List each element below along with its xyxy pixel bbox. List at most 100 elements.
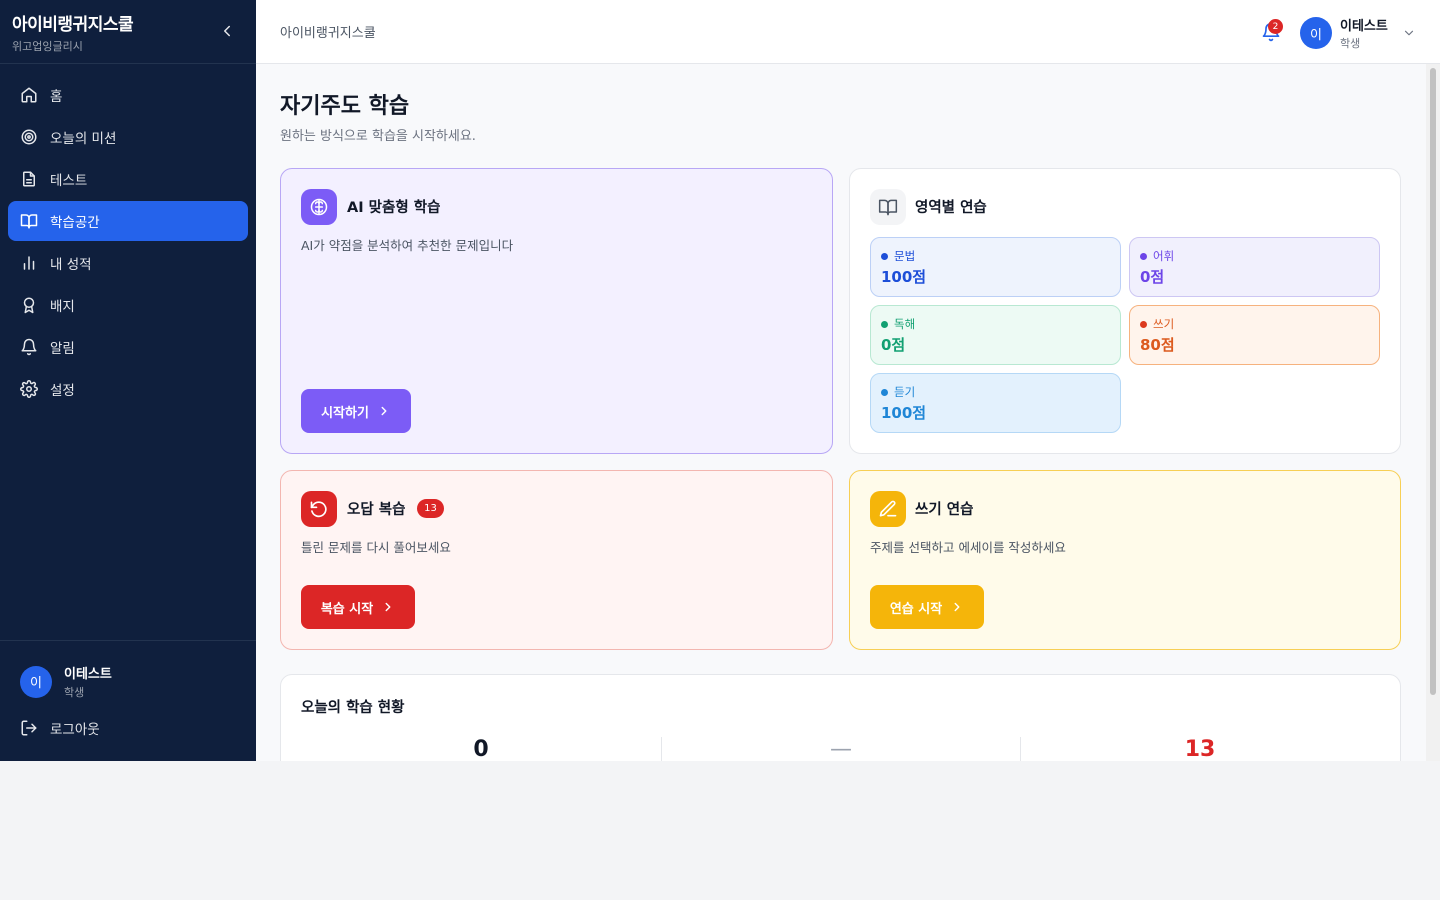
breadcrumb: 아이비랭귀지스쿨	[280, 26, 376, 41]
user-role: 학생	[1340, 37, 1361, 50]
ai-learning-card: AI 맞춤형 학습 AI가 약점을 분석하여 추천한 문제입니다 시작하기	[280, 168, 833, 454]
rotate-ccw-icon	[301, 491, 337, 527]
chevron-left-icon[interactable]	[218, 22, 236, 40]
scrollbar-thumb[interactable]	[1430, 68, 1436, 695]
sidebar: 아이비랭귀지스쿨 위고업잉글리시 홈 오늘의 미션 테스트 학습공간 내 성적 …	[0, 0, 256, 761]
sidebar-item-label: 오늘의 미션	[50, 131, 117, 147]
sidebar-item-grades[interactable]: 내 성적	[8, 243, 248, 283]
page-subtitle: 원하는 방식으로 학습을 시작하세요.	[280, 129, 476, 144]
book-open-icon	[870, 189, 906, 225]
ai-card-desc: AI가 약점을 분석하여 추천한 문제입니다	[301, 238, 514, 253]
chevron-right-icon	[954, 602, 960, 612]
brain-icon	[301, 189, 337, 225]
dot-icon	[1140, 320, 1147, 328]
dot-icon	[881, 252, 888, 260]
practice-start-label: 연습 시작	[889, 601, 943, 617]
chevron-down-icon	[1404, 30, 1413, 36]
logout-label: 로그아웃	[50, 722, 100, 738]
wrong-card-title: 오답 복습	[347, 502, 406, 518]
skill-score: 0점	[1140, 268, 1165, 286]
home-icon	[21, 87, 37, 103]
sidebar-item-label: 설정	[50, 383, 75, 399]
main-content: 자기주도 학습 원하는 방식으로 학습을 시작하세요. AI 맞춤형 학습 AI…	[256, 64, 1426, 761]
writing-practice-card: 쓰기 연습 주제를 선택하고 에세이를 작성하세요 연습 시작	[849, 470, 1401, 650]
book-open-icon	[20, 214, 38, 229]
app-subtitle: 위고업잉글리시	[12, 40, 83, 53]
skill-label: 쓰기	[1153, 317, 1175, 331]
sidebar-item-badges[interactable]: 배지	[8, 285, 248, 325]
skill-grammar[interactable]: 문법 100점	[870, 237, 1121, 297]
logout-icon	[21, 720, 37, 736]
main-scrollbar[interactable]	[1426, 64, 1440, 761]
logout-button[interactable]: 로그아웃	[20, 718, 100, 738]
sidebar-item-mission[interactable]: 오늘의 미션	[8, 117, 248, 157]
pencil-icon	[870, 491, 906, 527]
sidebar-footer: 이 이테스트 학생 로그아웃	[0, 640, 256, 761]
skill-label: 듣기	[894, 385, 916, 399]
skill-label: 독해	[894, 317, 916, 331]
user-menu[interactable]: 이 이테스트 학생	[1300, 15, 1416, 51]
skill-listening[interactable]: 듣기 100점	[870, 373, 1121, 433]
sidebar-item-label: 학습공간	[50, 215, 100, 231]
review-start-button[interactable]: 복습 시작	[301, 585, 415, 629]
skill-score: 80점	[1140, 336, 1175, 354]
today-title: 오늘의 학습 현황	[301, 700, 405, 716]
brand: 아이비랭귀지스쿨 위고업잉글리시	[0, 0, 256, 64]
document-icon	[23, 171, 35, 187]
dot-icon	[881, 388, 888, 396]
practice-start-button[interactable]: 연습 시작	[870, 585, 984, 629]
dot-icon	[881, 320, 888, 328]
avatar: 이	[20, 665, 52, 698]
gear-icon	[20, 380, 38, 398]
skill-vocabulary[interactable]: 어휘 0점	[1129, 237, 1380, 297]
ai-card-title: AI 맞춤형 학습	[347, 200, 441, 216]
stat-value: —	[830, 737, 852, 761]
wrong-count-badge: 13	[417, 499, 444, 518]
user-name: 이테스트	[1340, 19, 1388, 34]
sidebar-item-settings[interactable]: 설정	[8, 369, 248, 409]
area-card-title: 영역별 연습	[915, 200, 987, 216]
review-start-label: 복습 시작	[320, 601, 374, 617]
chevron-right-icon	[381, 406, 387, 416]
page-title: 자기주도 학습	[280, 94, 410, 119]
sidebar-nav: 홈 오늘의 미션 테스트 학습공간 내 성적 배지 알림 설정	[0, 64, 256, 409]
stat-value: 13	[1184, 737, 1216, 761]
target-icon	[21, 129, 37, 145]
skill-writing[interactable]: 쓰기 80점	[1129, 305, 1380, 365]
sidebar-item-home[interactable]: 홈	[8, 75, 248, 115]
skill-score: 0점	[881, 336, 906, 354]
user-name: 이테스트	[64, 667, 112, 682]
sidebar-item-label: 내 성적	[50, 257, 92, 273]
area-practice-card: 영역별 연습 문법 100점 어휘 0점 독해 0점 쓰기 80점 듣기 100…	[849, 168, 1401, 454]
top-header: 아이비랭귀지스쿨 2 이 이테스트 학생	[256, 0, 1440, 64]
sidebar-item-label: 홈	[50, 89, 63, 105]
write-card-title: 쓰기 연습	[915, 502, 974, 518]
sidebar-user: 이 이테스트 학생	[20, 663, 112, 700]
today-status-card: 오늘의 학습 현황 0 — 13	[280, 674, 1401, 761]
skill-score: 100점	[881, 268, 927, 286]
sidebar-item-label: 배지	[50, 299, 75, 315]
award-icon	[23, 297, 35, 314]
skill-reading[interactable]: 독해 0점	[870, 305, 1121, 365]
skill-label: 어휘	[1153, 249, 1175, 263]
app-title: 아이비랭귀지스쿨	[12, 15, 134, 35]
user-role: 학생	[64, 686, 85, 699]
bar-chart-icon	[23, 256, 35, 270]
sidebar-item-study-space[interactable]: 학습공간	[8, 201, 248, 241]
skill-label: 문법	[894, 249, 916, 263]
sidebar-item-label: 알림	[50, 341, 75, 357]
bell-icon	[21, 338, 37, 356]
ai-start-button[interactable]: 시작하기	[301, 389, 411, 433]
dot-icon	[1140, 252, 1147, 260]
wrong-review-card: 오답 복습 13 틀린 문제를 다시 풀어보세요 복습 시작	[280, 470, 833, 650]
write-card-desc: 주제를 선택하고 에세이를 작성하세요	[870, 540, 1066, 555]
sidebar-item-notifications[interactable]: 알림	[8, 327, 248, 367]
chevron-right-icon	[385, 602, 391, 612]
sidebar-item-label: 테스트	[50, 173, 88, 189]
stat-value: 0	[473, 737, 489, 761]
skill-score: 100점	[881, 404, 927, 422]
notification-badge: 2	[1268, 19, 1283, 34]
ai-start-label: 시작하기	[321, 405, 369, 421]
sidebar-item-test[interactable]: 테스트	[8, 159, 248, 199]
avatar: 이	[1300, 17, 1332, 49]
